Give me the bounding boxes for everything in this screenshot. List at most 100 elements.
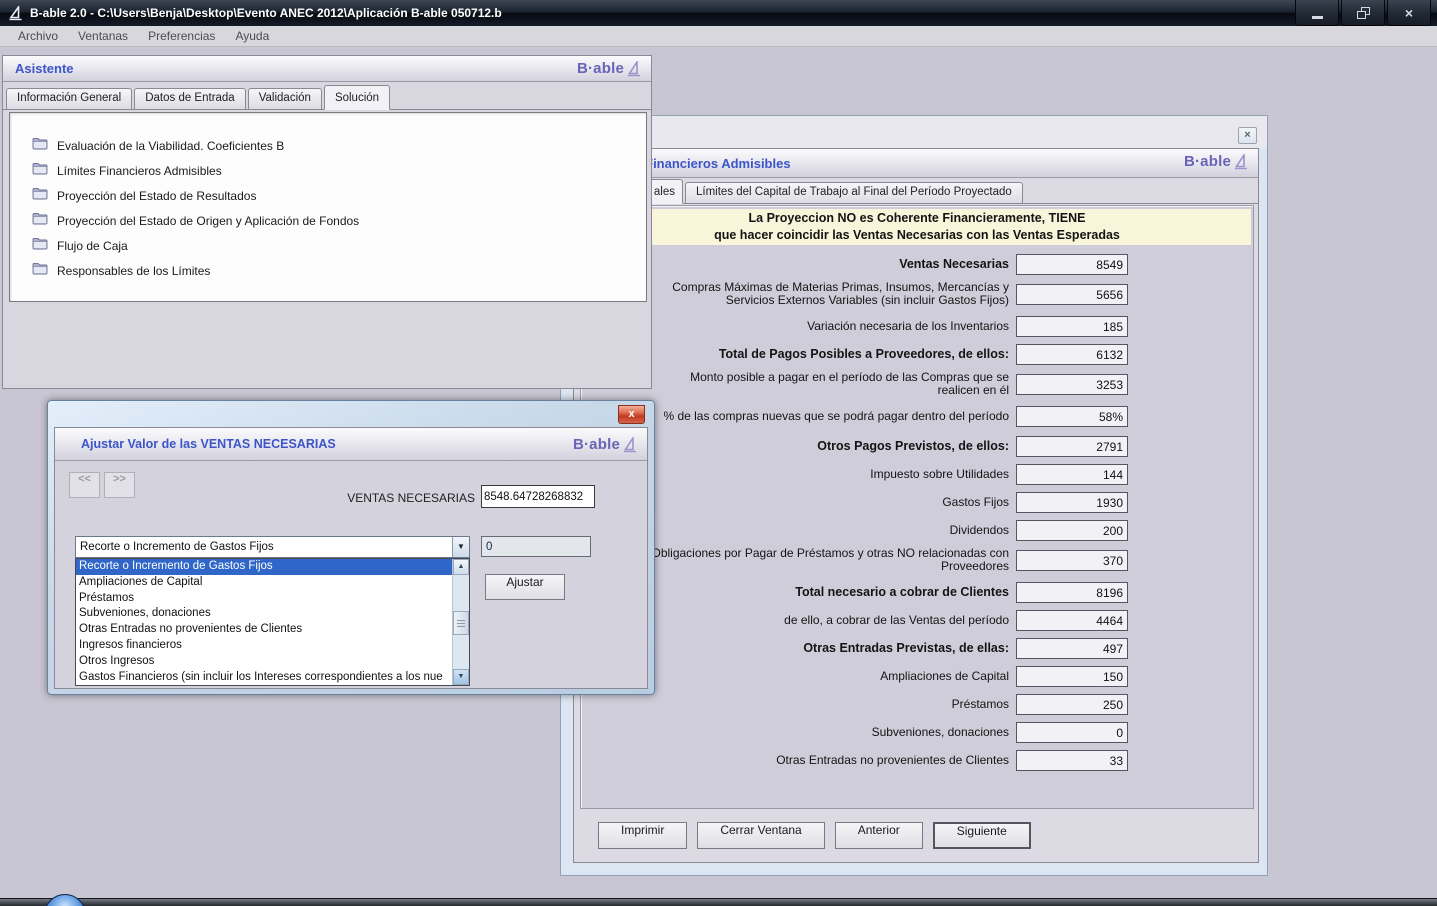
dialog-title: Ajustar Valor de las VENTAS NECESARIAS	[55, 437, 336, 451]
ajustar-button[interactable]: Ajustar	[485, 574, 565, 600]
field-row-prestamos: Préstamos250	[581, 693, 1253, 715]
bable-logo: B·able	[577, 60, 641, 77]
field-row-variacion-necesaria-de-los-inventarios: Variación necesaria de los Inventarios 18…	[581, 315, 1253, 337]
list-item-flujo-de-caja[interactable]: Flujo de Caja	[10, 233, 646, 258]
menu-preferencias[interactable]: Preferencias	[138, 27, 225, 45]
field-row-monto-posible-a-pagar-en-el-periodo-de-l: Monto posible a pagar en el período de l…	[581, 371, 1253, 397]
droplist-item-gastos-financieros-sin-incluir-los-inter[interactable]: Gastos Financieros (sin incluir los Inte…	[76, 670, 453, 686]
close-icon: ×	[1405, 5, 1413, 21]
droplist-scrollbar[interactable]: ▲▼	[452, 559, 469, 685]
droplist-item-ingresos-financieros[interactable]: Ingresos financieros	[76, 638, 453, 654]
button-imprimir[interactable]: Imprimir	[598, 822, 687, 849]
list-item-proyeccion-del-estado-de-origen-y-aplica[interactable]: Proyección del Estado de Origen y Aplica…	[10, 208, 646, 233]
field-row-de-ello-a-cobrar-de-las-ventas-del-perio: de ello, a cobrar de las Ventas del perí…	[581, 609, 1253, 631]
limites-window-titlebar: ×	[561, 116, 1267, 148]
folder-icon	[32, 237, 48, 255]
list-item-proyeccion-del-estado-de-resultados[interactable]: Proyección del Estado de Resultados	[10, 183, 646, 208]
field-value-box: 1930	[1016, 492, 1128, 513]
field-label: Total de Pagos Posibles a Proveedores, d…	[647, 348, 1009, 361]
combobox-dropdown-icon[interactable]: ▼	[452, 537, 469, 557]
field-label: % de las compras nuevas que se podrá pag…	[647, 410, 1009, 423]
footer-buttons: Imprimir Cerrar Ventana Anterior Siguiente	[598, 822, 1041, 849]
field-row-obligaciones-por-pagar-de-prestamos-y-ot: Obligaciones por Pagar de Préstamos y ot…	[581, 547, 1253, 573]
field-value-box: 150	[1016, 666, 1128, 687]
tab-informacion-general[interactable]: Información General	[6, 88, 132, 109]
combobox-droplist: Recorte o Incremento de Gastos FijosAmpl…	[75, 558, 470, 686]
asistente-listbox: Evaluación de la Viabilidad. Coeficiente…	[9, 112, 647, 302]
warning-line1: La Proyeccion NO es Coherente Financiera…	[583, 210, 1251, 227]
field-value-box: 200	[1016, 520, 1128, 541]
list-item-label: Límites Financieros Admisibles	[57, 164, 222, 178]
app-title: B-able 2.0 - C:\Users\Benja\Desktop\Even…	[30, 6, 502, 20]
asistente-window: Asistente B·able Información GeneralDato…	[2, 55, 652, 389]
button-anterior[interactable]: Anterior	[835, 822, 923, 849]
warning-banner: La Proyeccion NO es Coherente Financiera…	[583, 209, 1251, 245]
restore-button[interactable]	[1341, 0, 1385, 26]
limites-window: × Límites Financieros Admisibles B·able …	[560, 115, 1268, 876]
field-value-box: 8549	[1016, 254, 1128, 275]
droplist-item-prestamos[interactable]: Préstamos	[76, 591, 453, 607]
bable-app-icon	[6, 4, 24, 22]
droplist-item-ampliaciones-de-capital[interactable]: Ampliaciones de Capital	[76, 575, 453, 591]
tab-validacion[interactable]: Validación	[248, 88, 322, 109]
field-value-box: 58%	[1016, 406, 1128, 427]
small-close-icon: ×	[1244, 129, 1250, 141]
field-value-box: 33	[1016, 750, 1128, 771]
start-orb[interactable]	[44, 894, 86, 906]
limites-close-button[interactable]: ×	[1238, 127, 1257, 144]
list-item-responsables-de-los-limites[interactable]: Responsables de los Límites	[10, 258, 646, 283]
field-value-box: 6132	[1016, 344, 1128, 365]
tab-solucion[interactable]: Solución	[324, 85, 390, 110]
menu-bar: ArchivoVentanasPreferenciasAyuda	[0, 26, 1437, 47]
scrollbar-thumb[interactable]	[453, 611, 469, 635]
scroll-up-icon[interactable]: ▲	[453, 559, 469, 575]
close-button[interactable]: ×	[1387, 0, 1431, 26]
ventas-necesarias-input[interactable]	[481, 485, 595, 508]
field-value-box: 5656	[1016, 284, 1128, 305]
minimize-button[interactable]	[1295, 0, 1339, 26]
button-siguiente[interactable]: Siguiente	[933, 822, 1031, 849]
menu-archivo[interactable]: Archivo	[8, 27, 68, 45]
amount-input[interactable]	[481, 536, 591, 557]
list-item-label: Flujo de Caja	[57, 239, 128, 253]
button-cerrar-ventana[interactable]: Cerrar Ventana	[697, 822, 824, 849]
field-label: Subveniones, donaciones	[647, 726, 1009, 739]
field-row-subveniones-donaciones: Subveniones, donaciones0	[581, 721, 1253, 743]
dialog-close-button[interactable]: x	[618, 405, 645, 424]
menu-ayuda[interactable]: Ayuda	[225, 27, 279, 45]
taskbar	[0, 898, 1437, 906]
field-row-otros-pagos-previstos-de-ellos: Otros Pagos Previstos, de ellos:2791	[581, 435, 1253, 457]
field-row-total-necesario-a-cobrar-de-clientes: Total necesario a cobrar de Clientes8196	[581, 581, 1253, 603]
prev-button[interactable]: <<	[69, 472, 100, 498]
field-label: Total necesario a cobrar de Clientes	[647, 586, 1009, 599]
droplist-item-subveniones-donaciones[interactable]: Subveniones, donaciones	[76, 606, 453, 622]
bable-logo-text: B·able	[573, 436, 620, 453]
droplist-item-otros-ingresos[interactable]: Otros Ingresos	[76, 654, 453, 670]
list-item-label: Proyección del Estado de Resultados	[57, 189, 256, 203]
scroll-down-icon[interactable]: ▼	[453, 669, 469, 685]
tab-datos-de-entrada[interactable]: Datos de Entrada	[134, 88, 246, 109]
droplist-item-otras-entradas-no-provenientes-de-client[interactable]: Otras Entradas no provenientes de Client…	[76, 622, 453, 638]
app-titlebar: B-able 2.0 - C:\Users\Benja\Desktop\Even…	[0, 0, 1437, 26]
folder-icon	[32, 162, 48, 180]
next-button[interactable]: >>	[104, 472, 135, 498]
limites-content: La Proyeccion NO es Coherente Financiera…	[580, 205, 1254, 809]
field-row-impuesto-sobre-utilidades: Impuesto sobre Utilidades144	[581, 463, 1253, 485]
field-value-box: 250	[1016, 694, 1128, 715]
field-label: Impuesto sobre Utilidades	[647, 468, 1009, 481]
field-value-box: 185	[1016, 316, 1128, 337]
list-item-evaluacion-de-la-viabilidad-coeficientes[interactable]: Evaluación de la Viabilidad. Coeficiente…	[10, 133, 646, 158]
field-row-total-de-pagos-posibles-a-proveedores-de: Total de Pagos Posibles a Proveedores, d…	[581, 343, 1253, 365]
field-label: Variación necesaria de los Inventarios	[647, 320, 1009, 333]
field-row-dividendos: Dividendos200	[581, 519, 1253, 541]
tab-limites-capital-trabajo[interactable]: Límites del Capital de Trabajo al Final …	[685, 182, 1023, 203]
menu-ventanas[interactable]: Ventanas	[68, 27, 138, 45]
list-item-limites-financieros-admisibles[interactable]: Límites Financieros Admisibles	[10, 158, 646, 183]
bable-sail-icon	[1234, 154, 1248, 170]
list-item-label: Proyección del Estado de Origen y Aplica…	[57, 214, 359, 228]
field-row-gastos-fijos: Gastos Fijos1930	[581, 491, 1253, 513]
warning-line2: que hacer coincidir las Ventas Necesaria…	[583, 227, 1251, 244]
ajuste-combobox[interactable]: Recorte o Incremento de Gastos Fijos ▼	[75, 536, 470, 558]
field-value-box: 370	[1016, 550, 1128, 571]
droplist-item-recorte-o-incremento-de-gastos-fijos[interactable]: Recorte o Incremento de Gastos Fijos	[76, 559, 453, 575]
